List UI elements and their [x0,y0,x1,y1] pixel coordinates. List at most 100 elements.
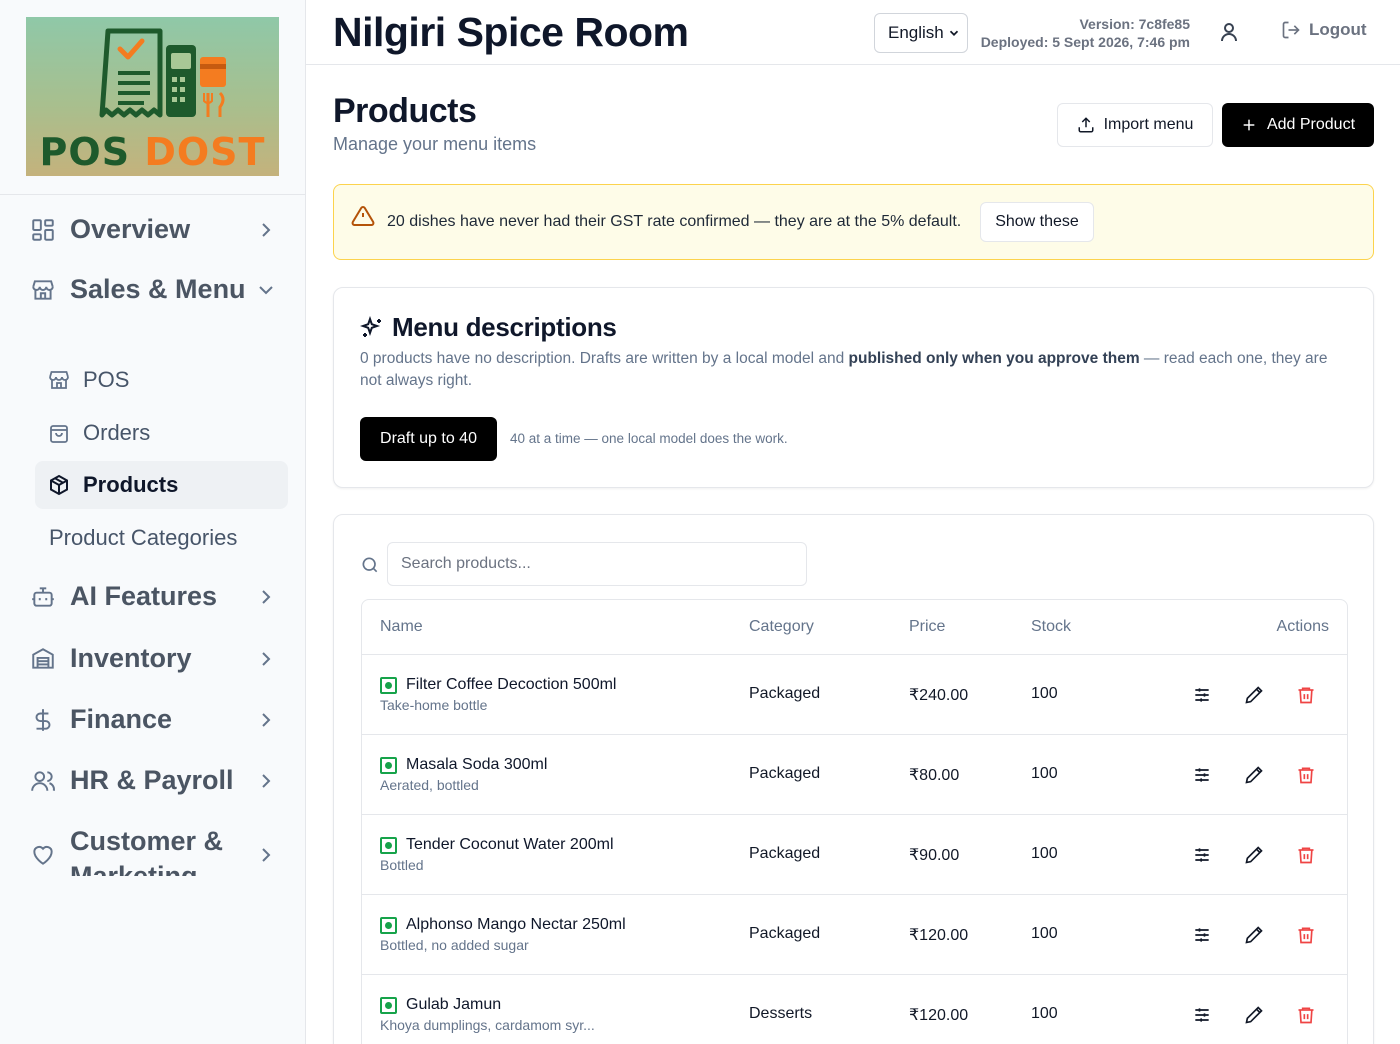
sidebar-subitem-label: Product Categories [49,525,238,550]
product-stock: 100 [1031,685,1058,702]
gst-warning-banner: 20 dishes have never had their GST rate … [333,184,1374,260]
edit-pencil-icon[interactable] [1244,765,1264,785]
chevron-right-icon [262,773,271,788]
adjust-sliders-icon[interactable] [1192,845,1212,865]
veg-indicator-icon [380,837,397,854]
draft-note: 40 at a time — one local model does the … [510,431,788,446]
table-row: Tender Coconut Water 200ml Bottled Packa… [362,815,1347,895]
sidebar-item-label: Inventory [70,643,192,673]
product-category: Packaged [749,685,821,702]
menu-descriptions-title: Menu descriptions [392,312,617,342]
language-select[interactable]: English [874,13,968,53]
sidebar-item-ai-features[interactable]: AI Features [28,579,278,614]
column-header-name: Name [380,618,423,635]
sidebar-subitem-pos[interactable]: POS [35,356,288,404]
product-price: ₹120.00 [909,1007,969,1024]
edit-pencil-icon[interactable] [1244,925,1264,945]
page-subtitle: Manage your menu items [333,134,537,154]
logo-wordmark: POS DOST [26,130,279,174]
product-name: Tender Coconut Water 200ml [406,836,614,853]
user-icon[interactable] [1217,20,1241,44]
column-header-actions: Actions [1276,618,1329,635]
sidebar-item-label: Customer & Marketing [70,826,224,876]
sidebar-item-customer-marketing[interactable]: Customer & Marketing [28,824,278,876]
import-menu-button[interactable]: Import menu [1057,103,1213,147]
product-name: Gulab Jamun [406,996,502,1013]
table-row: Gulab Jamun Khoya dumplings, cardamom sy… [362,975,1347,1044]
edit-pencil-icon[interactable] [1244,1005,1264,1025]
sidebar-item-inventory[interactable]: Inventory [28,641,278,676]
sidebar-item-sales-menu[interactable]: Sales & Menu [28,272,278,307]
adjust-sliders-icon[interactable] [1192,685,1212,705]
table-row: Alphonso Mango Nectar 250ml Bottled, no … [362,895,1347,975]
edit-pencil-icon[interactable] [1244,685,1264,705]
product-category: Packaged [749,845,821,862]
sidebar-subitem-products[interactable]: Products [35,461,288,509]
bot-icon [28,582,58,612]
chevron-right-icon [262,222,271,237]
adjust-sliders-icon[interactable] [1192,925,1212,945]
product-stock: 100 [1031,925,1058,942]
trash-icon[interactable] [1296,765,1316,785]
trash-icon[interactable] [1296,845,1316,865]
sidebar-item-overview[interactable]: Overview [28,212,278,247]
sidebar-item-label: Finance [70,704,173,734]
desc-text-start: 0 products have no description. Drafts a… [360,350,849,367]
product-description: Aerated, bottled [380,777,479,793]
upload-icon [1078,117,1094,133]
add-product-label: Add Product [1266,116,1356,133]
sidebar-subitem-product-categories[interactable]: Product Categories [35,514,288,562]
logo-word-dost: DOST [144,130,266,174]
product-name: Alphonso Mango Nectar 250ml [406,916,626,933]
add-product-button[interactable]: Add Product [1222,103,1374,147]
product-price: ₹90.00 [909,847,960,864]
products-table: Name Category Price Stock Actions Filter… [361,599,1348,1044]
package-icon [50,474,68,496]
draft-descriptions-button[interactable]: Draft up to 40 [360,417,497,461]
chevron-right-icon [262,651,271,666]
adjust-sliders-icon[interactable] [1192,765,1212,785]
top-header: Nilgiri Spice Room English Version: 7c8f… [306,0,1400,65]
logo-word-pos: POS [39,130,131,174]
sidebar-item-label: Sales & Menu [70,274,246,304]
show-these-button[interactable]: Show these [980,202,1094,242]
trash-icon[interactable] [1296,1005,1316,1025]
adjust-sliders-icon[interactable] [1192,1005,1212,1025]
sidebar-subitem-label: Products [83,472,179,497]
product-price: ₹240.00 [909,687,969,704]
users-icon [28,766,58,796]
table-row: Filter Coffee Decoction 500ml Take-home … [362,655,1347,735]
product-stock: 100 [1031,765,1058,782]
logout-button[interactable]: Logout [1281,20,1367,40]
product-category: Packaged [749,765,821,782]
veg-indicator-icon [380,917,397,934]
menu-descriptions-card: Menu descriptions 0 products have no des… [333,287,1374,488]
trash-icon[interactable] [1296,685,1316,705]
search-products-input[interactable] [387,542,807,586]
veg-indicator-icon [380,997,397,1014]
column-header-price: Price [909,618,946,635]
shopping-bag-icon [50,425,68,443]
product-description: Bottled, no added sugar [380,937,529,953]
version-info: Version: 7c8fe85 Deployed: 5 Sept 2026, … [981,15,1190,51]
table-row: Masala Soda 300ml Aerated, bottled Packa… [362,735,1347,815]
product-category: Desserts [749,1005,813,1022]
sidebar: POS DOST Overview Sales & Menu POS Order… [0,0,306,1044]
edit-pencil-icon[interactable] [1244,845,1264,865]
warehouse-icon [28,644,58,674]
product-name: Filter Coffee Decoction 500ml [406,676,617,693]
sidebar-item-hr-payroll[interactable]: HR & Payroll [28,763,278,798]
heart-icon [28,840,58,870]
sidebar-item-finance[interactable]: Finance [28,702,278,737]
pos-dost-logo[interactable]: POS DOST [26,17,279,176]
menu-descriptions-heading: Menu descriptions [360,312,617,343]
veg-indicator-icon [380,757,397,774]
chevron-down-icon [259,285,273,294]
product-category: Packaged [749,925,821,942]
sidebar-subitem-orders[interactable]: Orders [35,409,288,457]
page-title: Products [333,92,477,130]
sidebar-item-label: Overview [70,214,191,244]
trash-icon[interactable] [1296,925,1316,945]
chevron-right-icon [262,712,271,727]
product-description: Bottled [380,857,424,873]
